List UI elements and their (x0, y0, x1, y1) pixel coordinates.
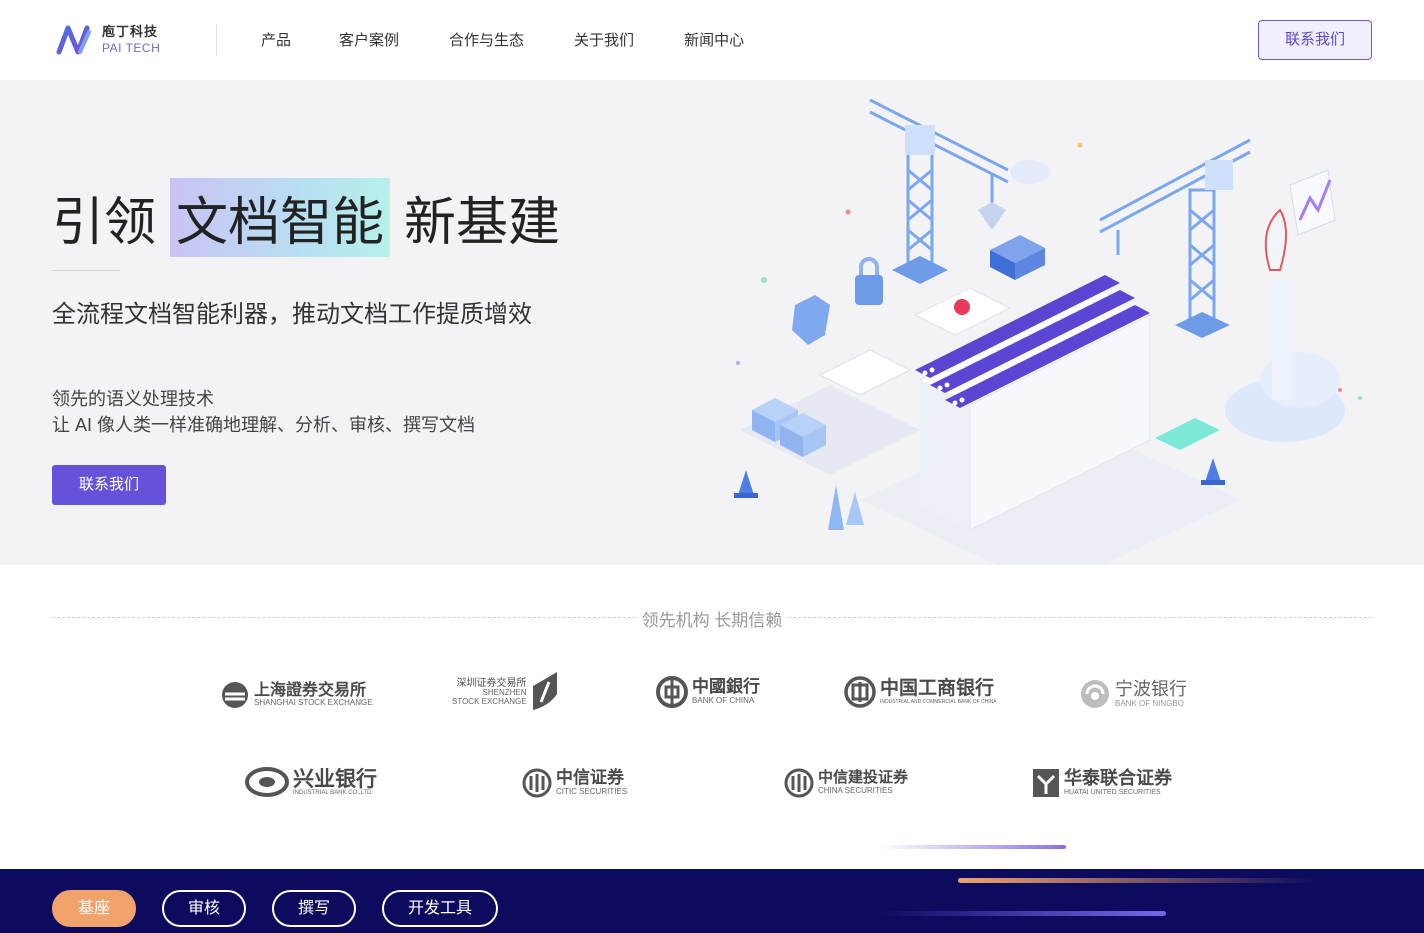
nav-item-about[interactable]: 关于我们 (574, 29, 634, 50)
icbc-logo-icon (844, 676, 876, 708)
header-divider (216, 24, 217, 56)
citic-logo-icon (522, 768, 552, 798)
hero-title-pre: 引领 (52, 194, 157, 252)
partner-citic: 中信证券 CITIC SECURITIES (522, 768, 627, 798)
sse-name-en: SHANGHAI STOCK EXCHANGE (254, 698, 373, 708)
hero-title-highlight: 文档智能 (170, 178, 391, 257)
nav-item-ecosystem[interactable]: 合作与生态 (449, 29, 524, 50)
hero-section: 引领 文档智能 新基建 全流程文档智能利器，推动文档工作提质增效 领先的语义处理… (0, 80, 1424, 565)
cib-name-en: INDUSTRIAL BANK CO.,LTD. (293, 790, 374, 797)
contact-us-header-button[interactable]: 联系我们 (1258, 20, 1372, 60)
hero-subtitle: 全流程文档智能利器，推动文档工作提质增效 (52, 301, 532, 328)
cib-logo-icon (245, 767, 289, 797)
tab-dev-tools[interactable]: 开发工具 (382, 890, 498, 927)
logo-en: PAI TECH (102, 41, 161, 55)
contact-us-hero-button[interactable]: 联系我们 (52, 465, 166, 505)
nbcb-logo-icon (1081, 680, 1109, 708)
csc-logo-icon (784, 768, 814, 798)
hero-desc-line2: 让 AI 像人类一样准确地理解、分析、审核、撰写文档 (52, 415, 476, 435)
nav-item-products[interactable]: 产品 (261, 29, 291, 50)
huatai-name: 华泰联合证券 (1064, 768, 1172, 789)
nav-item-cases[interactable]: 客户案例 (339, 29, 399, 50)
csc-name-en: CHINA SECURITIES (818, 785, 893, 795)
huatai-name-en: HUATAI UNITED SECURITIES (1064, 789, 1161, 797)
boc-name: 中國銀行 (692, 677, 760, 698)
nbcb-name: 宁波银行 (1115, 678, 1187, 699)
boc-logo-icon (656, 676, 688, 708)
partner-nbcb: 宁波银行 BANK OF NINGBO (1079, 678, 1187, 710)
partner-csc: 中信建投证券 CHINA SECURITIES (784, 768, 908, 798)
partner-huatai: 华泰联合证券 HUATAI UNITED SECURITIES (1032, 768, 1172, 798)
hero-desc-line1: 领先的语义处理技术 (52, 389, 214, 409)
tab-writing[interactable]: 撰写 (272, 890, 356, 927)
logo-cn: 庖丁科技 (102, 24, 159, 39)
partner-icbc: 中国工商银行 INDUSTRIAL AND COMMERCIAL BANK OF… (844, 676, 997, 708)
sse-name: 上海證券交易所 (254, 681, 367, 699)
decorative-streak-orange (958, 878, 1318, 883)
partners-title: 领先机构 长期信赖 (641, 611, 783, 630)
citic-name-en: CITIC SECURITIES (556, 786, 628, 796)
partner-szse: 深圳证券交易所 SHENZHEN STOCK EXCHANGE (452, 672, 561, 712)
nav-item-news[interactable]: 新闻中心 (684, 29, 744, 50)
citic-name: 中信证券 (556, 768, 624, 788)
header: 庖丁科技 PAI TECH 产品 客户案例 合作与生态 关于我们 新闻中心 联系… (0, 0, 1424, 80)
icbc-name-en: INDUSTRIAL AND COMMERCIAL BANK OF CHINA (880, 698, 997, 705)
tab-foundation[interactable]: 基座 (52, 890, 136, 927)
decorative-streak-purple (880, 845, 1066, 849)
decorative-streak-violet (880, 911, 1166, 916)
logo[interactable]: 庖丁科技 PAI TECH (56, 22, 160, 58)
szse-logo-icon (532, 672, 557, 710)
sse-logo-icon (222, 682, 248, 708)
hero-title-post: 新基建 (404, 194, 561, 252)
partner-sse: 上海證券交易所 SHANGHAI STOCK EXCHANGE (220, 680, 373, 710)
partner-boc: 中國銀行 BANK OF CHINA (656, 676, 760, 708)
hero-description: 领先的语义处理技术 让 AI 像人类一样准确地理解、分析、审核、撰写文档 (52, 386, 475, 438)
product-tabs-bar: 基座 审核 撰写 开发工具 (0, 869, 1424, 933)
isometric-construction-illustration (734, 98, 1362, 565)
boc-name-en: BANK OF CHINA (692, 695, 755, 705)
main-nav: 产品 客户案例 合作与生态 关于我们 新闻中心 (261, 29, 794, 50)
hero-title: 引领 文档智能 新基建 (52, 178, 560, 257)
partners-header: 领先机构 长期信赖 (52, 604, 1372, 632)
cib-name: 兴业银行 (293, 766, 377, 792)
nbcb-name-en: BANK OF NINGBO (1115, 698, 1184, 708)
pai-tech-logo-icon (56, 25, 91, 55)
csc-name: 中信建投证券 (818, 769, 909, 787)
partner-cib: 兴业银行 INDUSTRIAL BANK CO.,LTD. (245, 766, 377, 798)
hero-divider (52, 270, 120, 271)
huatai-logo-icon (1033, 769, 1059, 797)
tab-review[interactable]: 审核 (162, 890, 246, 927)
icbc-name: 中国工商银行 (880, 677, 995, 699)
szse-name-en2: STOCK EXCHANGE (452, 696, 527, 706)
